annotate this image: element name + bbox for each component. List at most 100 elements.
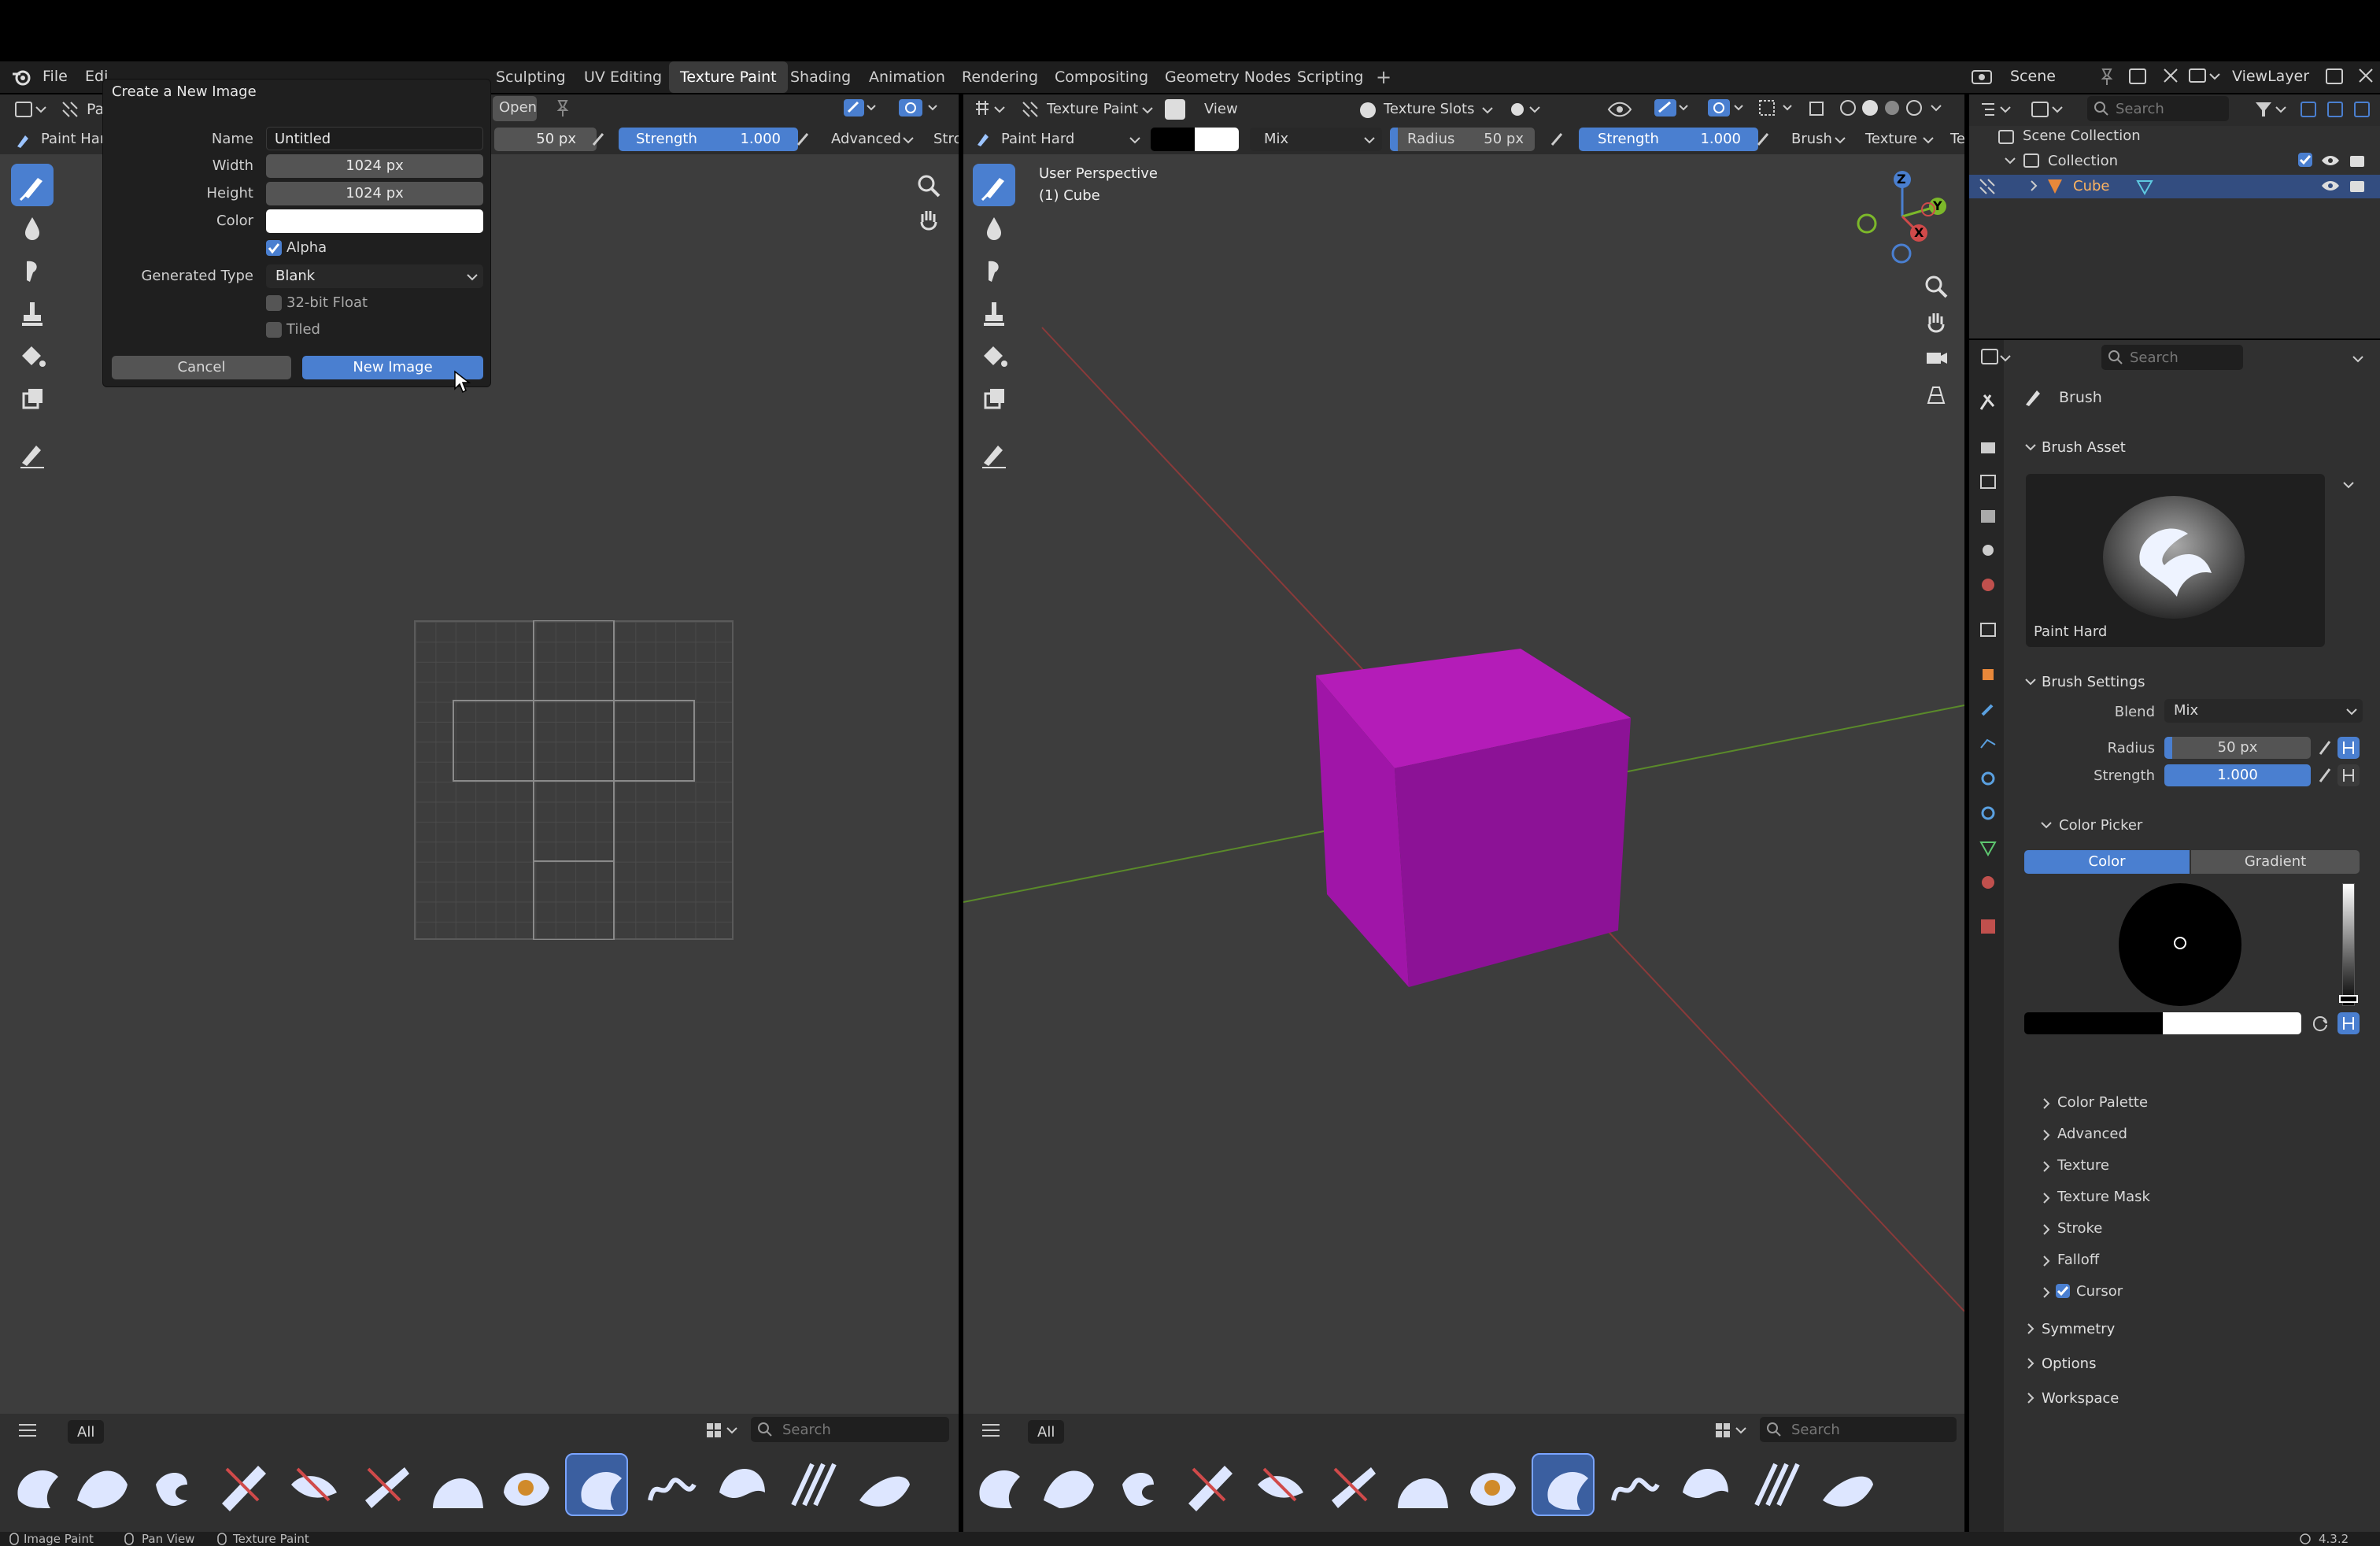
viewport-mode-dropdown[interactable]: Texture Paint [1047, 101, 1138, 117]
brush-asset-panel-header[interactable]: Brush Asset [2023, 435, 2372, 463]
left-brush-9[interactable] [565, 1453, 628, 1516]
left-brush-10[interactable] [639, 1453, 702, 1516]
scene-collection-label[interactable]: Scene Collection [2023, 128, 2141, 144]
vp-strength-slider[interactable]: Strength 1.000 [1579, 128, 1758, 151]
left-brush-12[interactable] [781, 1453, 844, 1516]
color-tab[interactable]: Color [2024, 850, 2190, 874]
tab-compositing[interactable]: Compositing [1044, 61, 1159, 93]
image-overlay-icon[interactable] [897, 96, 941, 120]
alpha-checkbox[interactable] [266, 240, 282, 256]
vp-brush-3[interactable] [1107, 1453, 1170, 1516]
left-brush-2[interactable] [69, 1453, 132, 1516]
gradient-tab[interactable]: Gradient [2191, 850, 2360, 874]
smear-tool[interactable] [11, 249, 54, 291]
constraints-tab-icon[interactable] [1976, 801, 2000, 825]
vp-radius-field[interactable]: Radius 50 px [1390, 128, 1535, 151]
subpanel-stroke[interactable]: Stroke [2026, 1219, 2356, 1242]
tab-uv-editing[interactable]: UV Editing [573, 61, 673, 93]
material-tab-icon[interactable] [1976, 871, 2000, 894]
tab-animation[interactable]: Animation [858, 61, 956, 93]
vp-brush-1[interactable] [965, 1453, 1028, 1516]
subpanel-color-palette[interactable]: Color Palette [2026, 1093, 2356, 1116]
left-brush-4[interactable] [211, 1453, 274, 1516]
clone-tool[interactable] [11, 291, 54, 334]
new-viewlayer-icon[interactable] [2323, 65, 2347, 87]
left-shelf-all-tab[interactable]: All [68, 1420, 104, 1444]
vp-blend-dropdown[interactable]: Mix [1250, 128, 1382, 151]
pan-hand-icon[interactable] [915, 206, 943, 235]
vp-strength-pressure-icon[interactable] [1754, 129, 1774, 150]
vp-shelf-search-input[interactable]: Search [1760, 1417, 1957, 1442]
menu-file[interactable]: File [42, 68, 68, 85]
vp-mask-tool[interactable] [973, 376, 1015, 419]
vp-radius-pressure-icon[interactable] [1547, 129, 1568, 150]
vp-brush-5[interactable] [1248, 1453, 1311, 1516]
mask-tool[interactable] [11, 376, 54, 419]
texture-slots-dropdown[interactable]: Texture Slots [1384, 101, 1475, 117]
particles-tab-icon[interactable] [1976, 732, 2000, 756]
left-brush-6[interactable] [353, 1453, 416, 1516]
left-pressure-icon[interactable] [589, 129, 609, 150]
vp-smear-tool[interactable] [973, 249, 1015, 291]
left-brush-5[interactable] [282, 1453, 345, 1516]
swap-colors-icon[interactable] [2309, 1012, 2331, 1034]
overlays-toggle-icon[interactable] [1706, 96, 1746, 120]
overlay-gizmo-icon[interactable] [842, 96, 877, 120]
vp-draw-tool[interactable] [973, 164, 1015, 206]
data-tab-icon[interactable] [1976, 836, 2000, 860]
vp-shelf-all-tab[interactable]: All [1028, 1420, 1064, 1444]
cursor-checkbox[interactable] [2056, 1284, 2070, 1298]
subpanel-texture[interactable]: Texture [2026, 1156, 2356, 1179]
left-strength-slider[interactable]: Strength 1.000 [619, 128, 798, 151]
scene-tab-icon[interactable] [1976, 538, 2000, 562]
visibility-icon[interactable] [1606, 98, 1637, 121]
collection-label[interactable]: Collection [2048, 153, 2118, 169]
tab-geometry-nodes[interactable]: Geometry Nodes [1154, 61, 1302, 93]
eye-icon[interactable] [2320, 151, 2341, 170]
display-mode-icon[interactable] [2029, 98, 2064, 121]
xray-icon[interactable] [1757, 96, 1796, 120]
vp-annotate-tool[interactable] [973, 431, 1015, 474]
vp-zoom-icon[interactable] [1922, 272, 1950, 301]
tab-scripting[interactable]: Scripting [1286, 61, 1375, 93]
chevron-right-icon[interactable] [2026, 178, 2042, 194]
tab-sculpting[interactable]: Sculpting [485, 61, 577, 93]
collection-exclude-checkbox[interactable] [2298, 153, 2312, 167]
vp-display-mode-icon[interactable] [1713, 1418, 1752, 1442]
object-tab-icon[interactable] [1976, 663, 2000, 686]
shading-mode-buttons[interactable] [1807, 96, 1946, 120]
editor-type-icon[interactable] [13, 99, 47, 121]
vp-hamburger-icon[interactable] [979, 1420, 1003, 1441]
left-brush-8[interactable] [494, 1453, 557, 1516]
view-menu[interactable]: View [1204, 101, 1238, 117]
draw-tool[interactable] [11, 164, 54, 206]
view-layer-tab-icon[interactable] [1976, 504, 2000, 527]
left-brush-11[interactable] [710, 1453, 773, 1516]
soften-tool[interactable] [11, 206, 54, 249]
vp-brush-2[interactable] [1036, 1453, 1099, 1516]
paint-mode-icon[interactable] [60, 99, 80, 121]
vp-brush-6[interactable] [1319, 1453, 1382, 1516]
secondary-color-swatch[interactable] [1195, 128, 1239, 151]
width-field[interactable]: 1024 px [266, 154, 483, 178]
outliner-editor-icon[interactable] [1979, 98, 2013, 121]
left-advanced-menu[interactable]: Advanced [831, 131, 901, 147]
tab-rendering[interactable]: Rendering [951, 61, 1049, 93]
name-field[interactable]: Untitled [266, 127, 483, 150]
tab-texture-paint[interactable]: Texture Paint [669, 61, 788, 93]
chevron-down-icon[interactable] [2002, 153, 2018, 168]
output-tab-icon[interactable] [1976, 469, 2000, 493]
add-workspace-button[interactable]: + [1376, 66, 1391, 88]
fill-tool[interactable] [11, 334, 54, 376]
left-brush-name[interactable]: Paint Har [41, 131, 105, 147]
color-wheel-cursor[interactable] [2174, 937, 2186, 949]
zoom-icon[interactable] [915, 172, 943, 200]
strength-slider[interactable]: 1.000 [2164, 764, 2311, 786]
vp-fill-tool[interactable] [973, 334, 1015, 376]
editor-mode-label[interactable]: Pa [87, 101, 104, 118]
pin-icon[interactable] [2097, 66, 2117, 87]
color-unified-toggle[interactable] [2338, 1012, 2360, 1034]
vp-brush-11[interactable] [1673, 1453, 1736, 1516]
camera-icon[interactable] [2347, 151, 2367, 170]
filter-icon[interactable] [2252, 98, 2289, 121]
